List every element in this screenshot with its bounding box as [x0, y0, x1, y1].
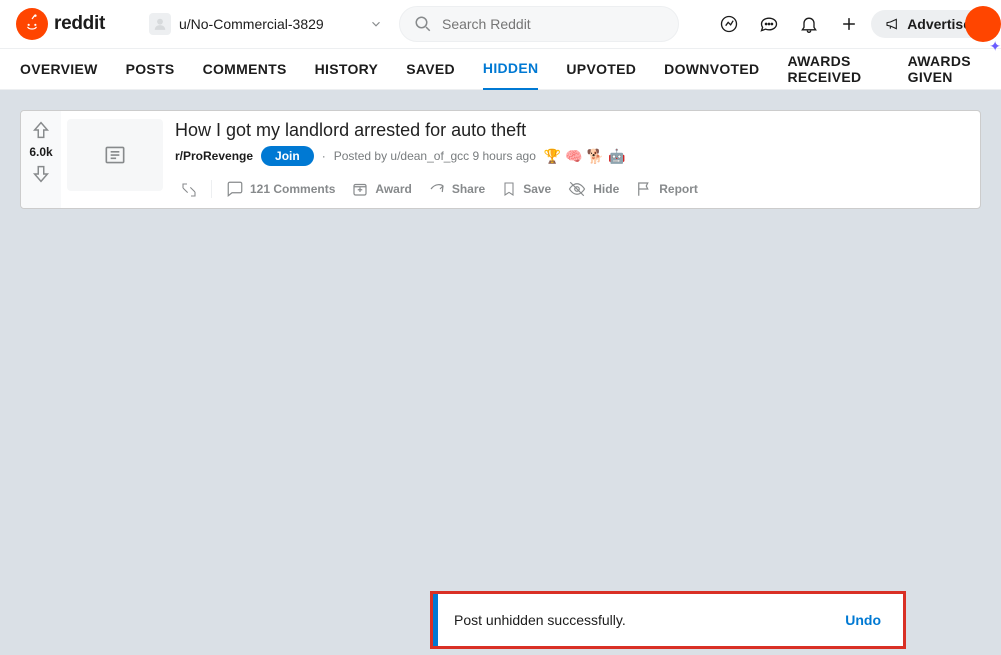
vote-column: 6.0k	[21, 111, 61, 208]
undo-button[interactable]: Undo	[845, 612, 903, 628]
create-post-icon[interactable]	[831, 6, 867, 42]
report-button[interactable]: Report	[629, 176, 704, 202]
chevron-down-icon	[369, 17, 383, 31]
content-area: 6.0k How I got my landlord arrested for …	[0, 90, 1001, 229]
toast-notification: Post unhidden successfully. Undo	[430, 591, 906, 649]
post-time: 9 hours ago	[472, 149, 535, 163]
sparkle-icon: ✦	[989, 38, 1001, 55]
current-user-label: u/No-Commercial-3829	[179, 16, 324, 32]
avatar-icon	[149, 13, 171, 35]
tab-comments[interactable]: COMMENTS	[203, 49, 287, 90]
toast-message: Post unhidden successfully.	[438, 612, 845, 628]
award-badge[interactable]: 🤖	[608, 148, 625, 165]
tab-saved[interactable]: SAVED	[406, 49, 455, 90]
search-icon	[414, 15, 432, 33]
popular-icon[interactable]	[711, 6, 747, 42]
tab-overview[interactable]: OVERVIEW	[20, 49, 98, 90]
post-thumbnail[interactable]	[67, 119, 163, 191]
hide-button[interactable]: Hide	[561, 176, 625, 202]
post-body: How I got my landlord arrested for auto …	[171, 111, 980, 208]
author-link[interactable]: u/dean_of_gcc	[390, 149, 469, 163]
join-button[interactable]: Join	[261, 146, 314, 166]
expand-button[interactable]	[175, 178, 203, 202]
subreddit-link[interactable]: r/ProRevenge	[175, 149, 253, 163]
tab-posts[interactable]: POSTS	[126, 49, 175, 90]
upvote-button[interactable]	[30, 119, 52, 141]
tab-downvoted[interactable]: DOWNVOTED	[664, 49, 759, 90]
chat-icon[interactable]	[751, 6, 787, 42]
megaphone-icon	[885, 16, 901, 32]
tab-history[interactable]: HISTORY	[315, 49, 379, 90]
brand-logo[interactable]: reddit	[16, 8, 105, 40]
post-card[interactable]: 6.0k How I got my landlord arrested for …	[20, 110, 981, 209]
award-badge[interactable]: 🐕	[587, 148, 604, 165]
tab-awards-received[interactable]: AWARDS RECEIVED	[787, 49, 879, 90]
advertise-label: Advertise	[907, 16, 971, 32]
award-button[interactable]: Award	[345, 176, 417, 202]
tab-upvoted[interactable]: UPVOTED	[566, 49, 636, 90]
header-icon-group: Advertise	[711, 6, 985, 42]
award-badge[interactable]: 🏆	[544, 148, 561, 165]
posted-by: Posted by u/dean_of_gcc 9 hours ago	[334, 149, 536, 163]
tab-hidden[interactable]: HIDDEN	[483, 49, 538, 90]
reddit-logo-icon	[16, 8, 48, 40]
save-button[interactable]: Save	[495, 176, 557, 202]
user-avatar[interactable]	[965, 6, 1001, 42]
brand-wordmark: reddit	[54, 13, 105, 35]
share-button[interactable]: Share	[422, 176, 491, 202]
user-dropdown[interactable]: u/No-Commercial-3829	[141, 9, 391, 39]
top-header: reddit u/No-Commercial-3829	[0, 0, 1001, 49]
awards-strip[interactable]: 🏆🧠 🐕🤖	[544, 148, 626, 165]
tab-awards-given[interactable]: AWARDS GIVEN	[908, 49, 981, 90]
vote-score: 6.0k	[29, 145, 52, 159]
post-actions: 121 Comments Award Share Save Hide	[175, 176, 972, 202]
award-badge[interactable]: 🧠	[565, 148, 582, 165]
downvote-button[interactable]	[30, 163, 52, 185]
notifications-icon[interactable]	[791, 6, 827, 42]
post-meta: r/ProRevenge Join · Posted by u/dean_of_…	[175, 146, 972, 166]
comments-button[interactable]: 121 Comments	[220, 176, 341, 202]
search-box[interactable]	[399, 6, 679, 42]
post-title[interactable]: How I got my landlord arrested for auto …	[175, 119, 972, 142]
profile-tabs: OVERVIEW POSTS COMMENTS HISTORY SAVED HIDDEN U…	[0, 49, 1001, 90]
search-input[interactable]	[442, 16, 664, 32]
